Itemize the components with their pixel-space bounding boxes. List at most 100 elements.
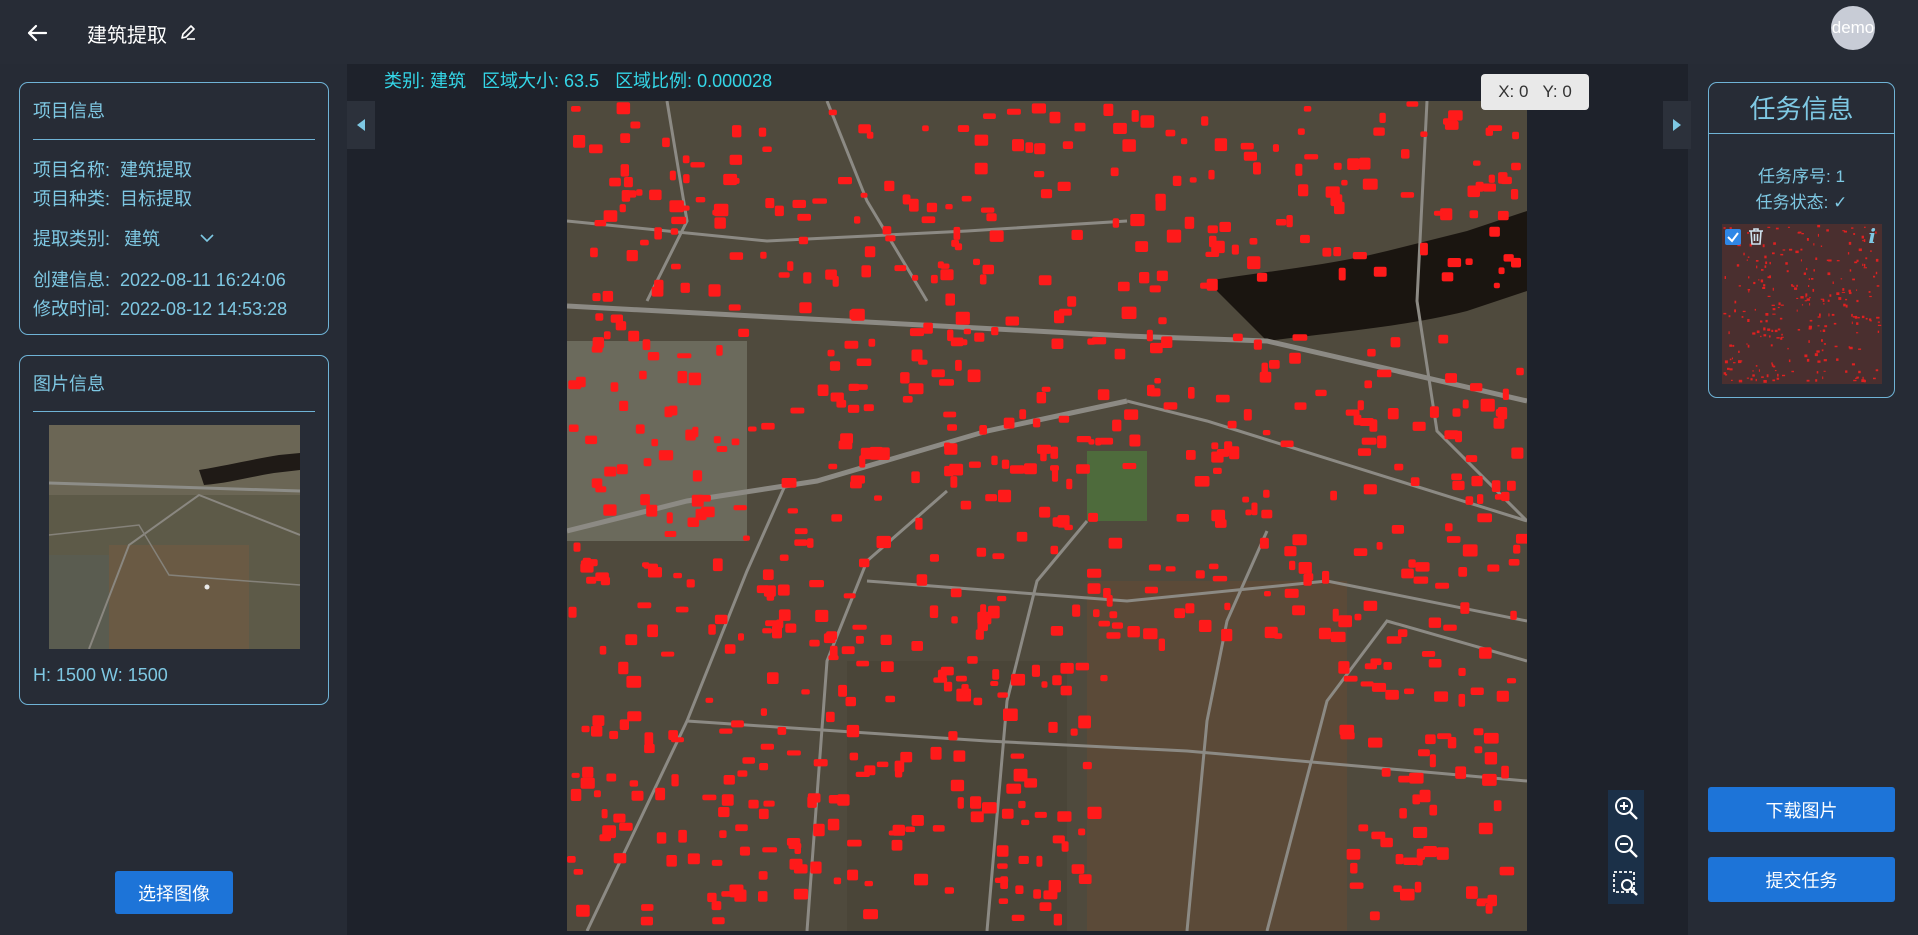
building-polygon — [1404, 688, 1415, 695]
thumbnail-building-mark — [1808, 340, 1810, 343]
building-polygon — [687, 853, 700, 865]
submit-task-button[interactable]: 提交任务 — [1708, 857, 1895, 902]
building-polygon — [1209, 235, 1217, 248]
building-polygon — [1371, 682, 1387, 692]
building-polygon — [1418, 749, 1430, 757]
building-polygon — [1108, 537, 1123, 549]
building-polygon — [982, 802, 997, 814]
building-polygon — [1095, 437, 1102, 446]
building-polygon — [1033, 889, 1041, 899]
building-polygon — [1006, 108, 1021, 115]
thumbnail-building-mark — [1851, 321, 1853, 325]
building-polygon — [728, 304, 741, 311]
building-polygon — [1036, 855, 1043, 867]
building-polygon — [592, 293, 601, 302]
building-polygon — [979, 425, 987, 435]
thumbnail-building-mark — [1773, 242, 1776, 245]
building-polygon — [1298, 562, 1312, 574]
building-polygon — [1303, 573, 1312, 586]
building-polygon — [718, 807, 730, 818]
building-polygon — [1240, 142, 1254, 150]
building-polygon — [812, 198, 827, 204]
building-polygon — [868, 338, 876, 347]
checkmark-icon — [1727, 232, 1739, 243]
building-polygon — [845, 696, 856, 707]
back-arrow-icon[interactable] — [24, 20, 50, 46]
edit-icon[interactable] — [178, 22, 198, 42]
download-image-button[interactable]: 下载图片 — [1708, 787, 1895, 832]
building-polygon — [826, 711, 835, 723]
zoom-in-icon[interactable] — [1612, 794, 1640, 822]
building-polygon — [926, 202, 938, 213]
building-polygon — [974, 332, 985, 342]
thumbnail-building-mark — [1808, 278, 1810, 280]
building-polygon — [874, 495, 882, 501]
building-polygon — [1112, 419, 1122, 432]
thumbnail-building-mark — [1794, 287, 1798, 290]
building-polygon — [1413, 826, 1428, 838]
satellite-image-with-building-overlay[interactable] — [567, 101, 1527, 931]
thumbnail-building-mark — [1848, 241, 1852, 245]
thumbnail-building-mark — [1840, 278, 1843, 280]
building-polygon — [777, 726, 787, 735]
building-polygon — [591, 478, 603, 488]
extract-category-select[interactable]: 建筑 — [124, 225, 214, 251]
building-polygon — [828, 109, 837, 116]
zoom-fit-selection-icon[interactable] — [1612, 870, 1640, 898]
building-polygon — [1373, 127, 1385, 136]
building-polygon — [1100, 675, 1108, 682]
collapse-right-button[interactable] — [1663, 101, 1691, 149]
chevron-down-icon — [200, 234, 214, 243]
building-polygon — [1484, 732, 1499, 744]
task-thumbnail[interactable]: i — [1722, 224, 1882, 384]
trash-icon[interactable] — [1746, 226, 1766, 246]
thumbnail-building-mark — [1770, 344, 1773, 347]
building-polygon — [1003, 417, 1015, 429]
building-polygon — [708, 624, 716, 635]
building-polygon — [1031, 103, 1046, 114]
select-image-button[interactable]: 选择图像 — [115, 871, 233, 914]
zoom-out-icon[interactable] — [1612, 832, 1640, 860]
building-polygon — [1009, 465, 1025, 474]
thumbnail-building-mark — [1863, 267, 1867, 269]
building-polygon — [1146, 329, 1153, 342]
building-polygon — [944, 443, 958, 455]
thumbnail-building-mark — [1763, 380, 1767, 383]
building-polygon — [1053, 913, 1062, 926]
avatar[interactable]: demo — [1831, 6, 1875, 50]
building-polygon — [1511, 447, 1524, 459]
building-polygon — [671, 263, 681, 270]
building-polygon — [1130, 214, 1145, 227]
building-polygon — [1242, 496, 1250, 503]
thumbnail-building-mark — [1731, 357, 1733, 360]
building-polygon — [571, 772, 580, 778]
building-polygon — [1401, 568, 1414, 579]
building-polygon — [759, 763, 769, 771]
thumbnail-building-mark — [1746, 377, 1749, 379]
building-polygon — [765, 198, 775, 209]
building-polygon — [1416, 848, 1426, 860]
building-polygon — [1150, 342, 1163, 354]
info-icon[interactable]: i — [1868, 224, 1876, 248]
building-polygon — [1213, 467, 1222, 474]
building-polygon — [1263, 489, 1270, 498]
thumbnail-building-mark — [1856, 376, 1859, 379]
building-polygon — [692, 470, 703, 482]
building-polygon — [1506, 678, 1517, 684]
building-polygon — [1471, 475, 1483, 487]
building-polygon — [1346, 848, 1361, 860]
thumbnail-building-mark — [1767, 226, 1771, 228]
task-select-checkbox[interactable] — [1725, 229, 1741, 245]
building-polygon — [619, 204, 626, 213]
thumbnail-building-mark — [1875, 258, 1879, 262]
thumbnail-building-mark — [1738, 360, 1742, 364]
building-polygon — [1076, 464, 1090, 474]
building-polygon — [807, 793, 821, 803]
building-polygon — [701, 506, 715, 518]
thumbnail-building-mark — [1813, 269, 1815, 272]
thumbnail-building-mark — [1862, 376, 1864, 380]
collapse-left-button[interactable] — [347, 101, 375, 149]
building-polygon — [864, 880, 873, 887]
building-polygon — [815, 609, 829, 622]
building-polygon — [712, 917, 725, 925]
